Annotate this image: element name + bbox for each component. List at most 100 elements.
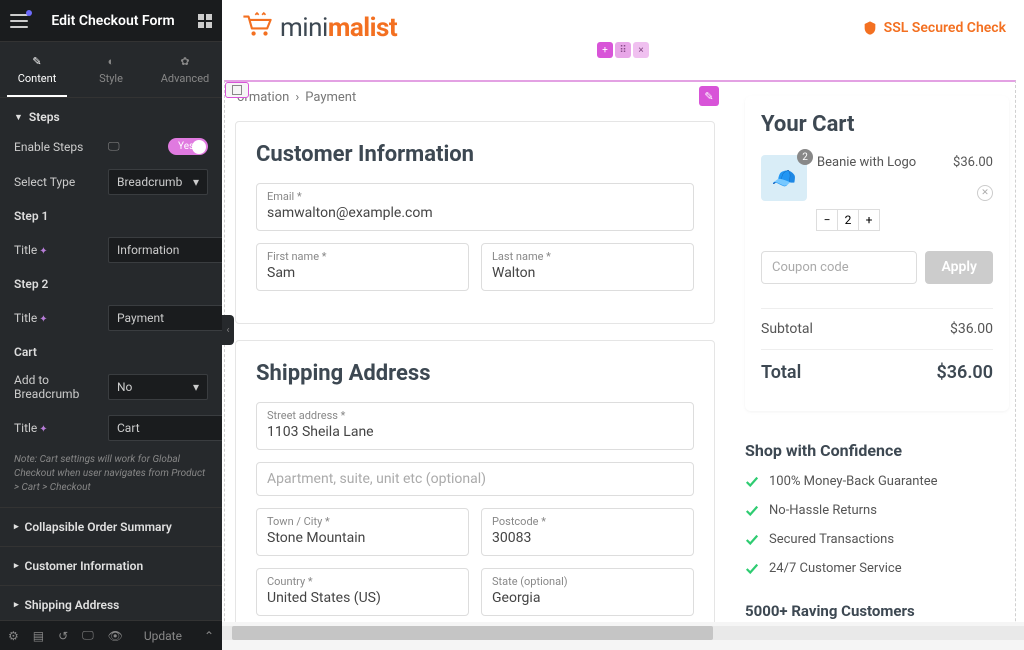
responsive-mode-icon[interactable]: 🖵 <box>82 628 94 643</box>
cart-logo-icon <box>240 11 274 46</box>
step1-header: Step 1 <box>14 209 208 223</box>
dynamic-icon[interactable]: ✦ <box>39 314 47 325</box>
chevron-down-icon: ▾ <box>193 175 199 189</box>
tab-advanced[interactable]: ✿ Advanced <box>148 42 222 97</box>
section-customer-info[interactable]: ▸Customer Information <box>0 547 222 586</box>
apartment-field[interactable]: Apartment, suite, unit etc (optional) <box>256 462 694 496</box>
add-section-icon[interactable]: + <box>597 42 613 58</box>
enable-steps-toggle[interactable]: Yes <box>168 138 208 155</box>
confidence-item: No-Hassle Returns <box>745 503 1009 518</box>
dynamic-icon[interactable]: ✦ <box>39 246 47 257</box>
edit-widget-icon[interactable]: ✎ <box>699 86 719 106</box>
select-type-dropdown[interactable]: Breadcrumb ▾ <box>108 169 208 195</box>
last-name-field[interactable]: Last name * Walton <box>481 243 694 291</box>
section-shipping-address[interactable]: ▸Shipping Address <box>0 586 222 620</box>
ssl-badge: SSL Secured Check <box>862 20 1006 36</box>
menu-icon[interactable] <box>10 14 28 28</box>
qty-value: 2 <box>837 209 859 231</box>
widget-badge[interactable] <box>225 82 249 98</box>
customer-info-title: Customer Information <box>256 142 694 167</box>
confidence-title: Shop with Confidence <box>745 441 1009 460</box>
email-field[interactable]: Email * samwalton@example.com <box>256 183 694 231</box>
store-logo[interactable]: minimalist <box>240 11 397 46</box>
caret-right-icon: ▸ <box>14 561 19 571</box>
enable-steps-label: Enable Steps <box>14 140 102 154</box>
caret-right-icon: ▸ <box>14 600 19 610</box>
navigator-icon[interactable]: ▤ <box>33 629 44 643</box>
cart-item: 2 Beanie with Logo $36.00 ✕ <box>761 155 993 201</box>
cart-title: Your Cart <box>761 112 993 137</box>
breadcrumb-next[interactable]: Payment <box>305 90 356 105</box>
settings-icon[interactable]: ⚙ <box>8 629 19 643</box>
gear-icon: ✿ <box>180 55 189 68</box>
shipping-title: Shipping Address <box>256 361 694 386</box>
checkout-right-column: Your Cart 2 Beanie with Logo $36.00 ✕ − … <box>745 82 1015 622</box>
cart-panel: Your Cart 2 Beanie with Logo $36.00 ✕ − … <box>745 96 1009 411</box>
caret-right-icon: ▸ <box>14 522 19 532</box>
breadcrumb: ormation › Payment ✎ <box>225 82 725 113</box>
preview-canvas: minimalist SSL Secured Check + ⠿ × ormat… <box>222 0 1024 622</box>
steps-header[interactable]: ▼ Steps <box>14 110 208 124</box>
sidebar-header: Edit Checkout Form <box>0 0 222 42</box>
drag-section-icon[interactable]: ⠿ <box>615 42 631 58</box>
update-button[interactable]: Update <box>144 629 182 643</box>
chevron-down-icon: ▾ <box>193 380 199 394</box>
cart-title-input[interactable] <box>108 415 222 441</box>
step1-title-input[interactable] <box>108 237 222 263</box>
cart-header: Cart <box>14 345 208 359</box>
section-handle: + ⠿ × <box>597 42 649 58</box>
section-collapsible-summary[interactable]: ▸Collapsible Order Summary <box>0 508 222 547</box>
step2-title-input[interactable] <box>108 305 222 331</box>
check-icon <box>745 533 759 547</box>
section-steps: ▼ Steps Enable Steps 🖵 Yes Select Type B… <box>0 98 222 508</box>
tab-style[interactable]: ◐ Style <box>74 42 148 97</box>
state-field[interactable]: State (optional) Georgia <box>481 568 694 616</box>
canvas-scroll[interactable]: ormation › Payment ✎ Customer Informatio… <box>222 80 1024 622</box>
step2-header: Step 2 <box>14 277 208 291</box>
horizontal-scrollbar[interactable] <box>222 626 1024 640</box>
apply-coupon-button[interactable]: Apply <box>925 251 993 284</box>
column-icon <box>232 85 242 95</box>
dynamic-icon[interactable]: ✦ <box>39 424 47 435</box>
history-icon[interactable]: ↺ <box>58 629 68 643</box>
shipping-card: Shipping Address Street address * 1103 S… <box>235 340 715 622</box>
qty-badge: 2 <box>797 149 813 165</box>
sidebar-title: Edit Checkout Form <box>51 13 174 29</box>
country-field[interactable]: Country * United States (US) <box>256 568 469 616</box>
product-thumb: 2 <box>761 155 807 201</box>
first-name-field[interactable]: First name * Sam <box>256 243 469 291</box>
remove-item-icon[interactable]: ✕ <box>977 185 993 201</box>
pencil-icon: ✎ <box>32 55 41 68</box>
preview-icon[interactable]: 👁 <box>108 629 123 643</box>
check-icon <box>745 475 759 489</box>
coupon-input[interactable]: Coupon code <box>761 251 917 284</box>
breadcrumb-sep: › <box>295 90 299 105</box>
shield-icon <box>862 20 878 36</box>
step1-title-label: Title✦ <box>14 243 102 257</box>
sidebar-footer: ⚙ ▤ ↺ 🖵 👁 Update ⌃ <box>0 620 222 650</box>
step2-title-label: Title✦ <box>14 311 102 325</box>
product-name: Beanie with Logo <box>817 155 943 170</box>
sidebar-tabs: ✎ Content ◐ Style ✿ Advanced <box>0 42 222 98</box>
collapse-sidebar-handle[interactable]: ‹ <box>222 315 234 345</box>
confidence-item: 100% Money-Back Guarantee <box>745 474 1009 489</box>
chevron-up-icon[interactable]: ⌃ <box>204 629 214 643</box>
total-row: Total $36.00 <box>761 350 993 395</box>
tab-content[interactable]: ✎ Content <box>0 42 74 97</box>
store-header: minimalist SSL Secured Check + ⠿ × <box>222 0 1024 56</box>
product-price: $36.00 <box>953 155 993 170</box>
sidebar-scroll[interactable]: ▼ Steps Enable Steps 🖵 Yes Select Type B… <box>0 98 222 620</box>
checkout-canvas: ormation › Payment ✎ Customer Informatio… <box>224 80 1016 622</box>
responsive-icon[interactable]: 🖵 <box>108 139 120 154</box>
street-field[interactable]: Street address * 1103 Sheila Lane <box>256 402 694 450</box>
cart-note: Note: Cart settings will work for Global… <box>14 453 208 495</box>
city-field[interactable]: Town / City * Stone Mountain <box>256 508 469 556</box>
widgets-grid-icon[interactable] <box>198 14 212 28</box>
close-section-icon[interactable]: × <box>633 42 649 58</box>
qty-minus[interactable]: − <box>816 209 838 231</box>
cart-title-label: Title✦ <box>14 421 102 435</box>
postcode-field[interactable]: Postcode * 30083 <box>481 508 694 556</box>
add-breadcrumb-dropdown[interactable]: No ▾ <box>108 374 208 400</box>
qty-plus[interactable]: + <box>858 209 880 231</box>
customer-info-card: Customer Information Email * samwalton@e… <box>235 121 715 324</box>
